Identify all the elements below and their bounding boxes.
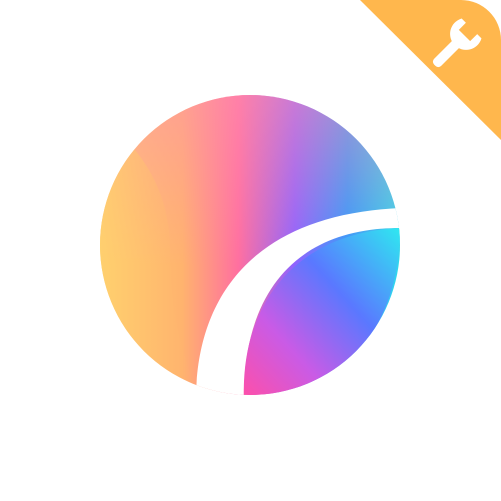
- app-icon: [0, 0, 501, 501]
- app-icon-graphic: [0, 0, 501, 501]
